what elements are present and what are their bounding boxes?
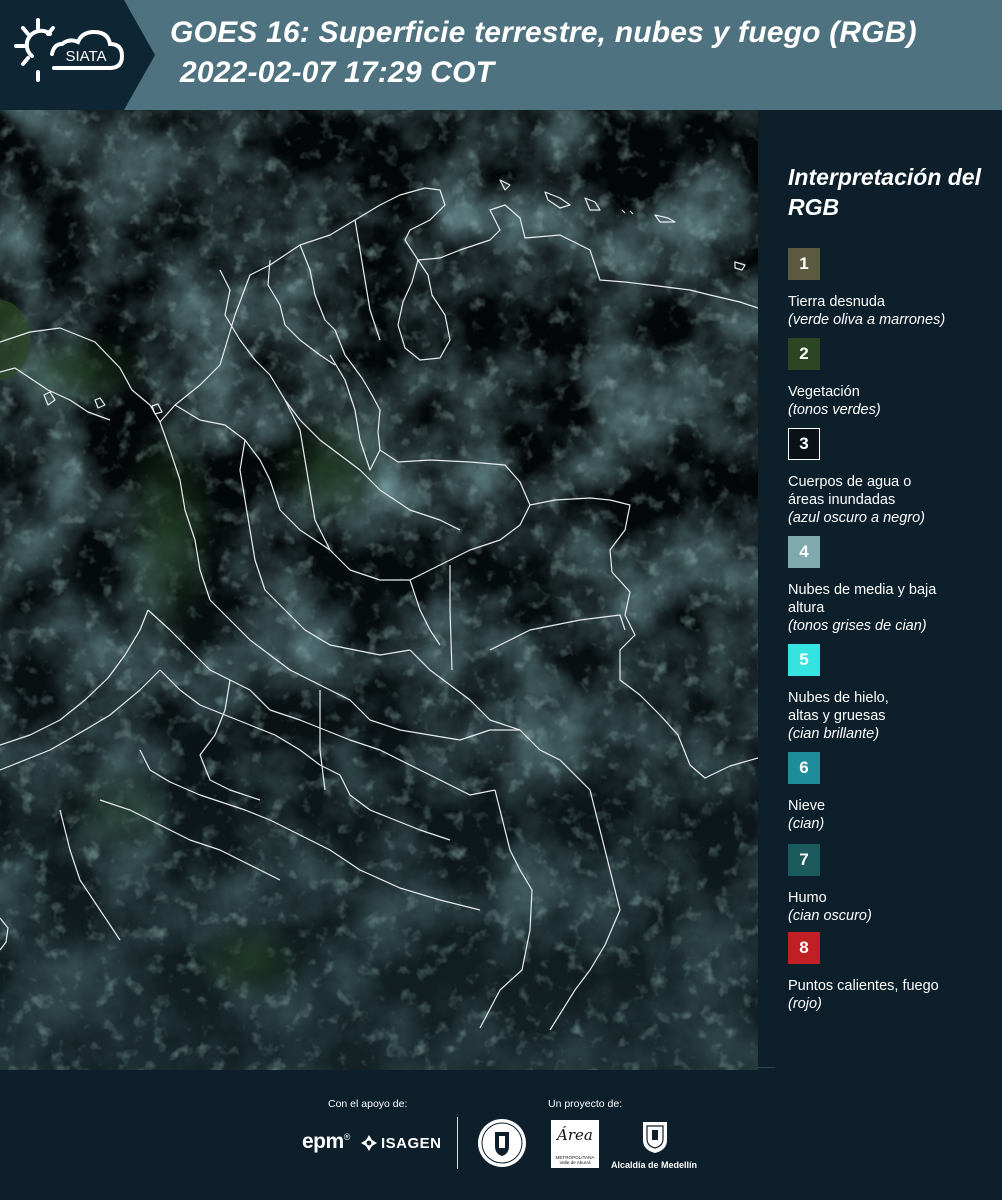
legend-swatch: 4 <box>788 536 820 568</box>
legend-label: Nubes de hielo, altas y gruesas <box>788 690 889 724</box>
sun-cloud-icon: SIATA <box>14 18 125 82</box>
legend-item-water: 3 Cuerpos de agua o áreas inundadas (azu… <box>788 428 998 527</box>
header: SIATA GOES 16: Superficie terrestre, nub… <box>0 0 1002 110</box>
university-seal-icon <box>478 1119 526 1167</box>
legend-note: (tonos verdes) <box>788 402 881 418</box>
legend-item-snow: 6 Nieve (cian) <box>788 752 998 833</box>
legend-panel: Interpretación del RGB 1 Tierra desnuda … <box>760 110 1002 1070</box>
legend-label: Nieve <box>788 798 826 814</box>
legend-label: Puntos calientes, fuego <box>788 978 939 994</box>
legend-note: (cian oscuro) <box>788 908 872 924</box>
legend-label: Nubes de media y baja altura <box>788 582 937 616</box>
isagen-icon <box>361 1135 377 1151</box>
logo-text: SIATA <box>65 48 106 65</box>
alcaldia-medellin-label: Alcaldía de Medellín <box>611 1160 698 1170</box>
legend-title: Interpretación del RGB <box>788 164 981 220</box>
legend-label: Cuerpos de agua o áreas inundadas <box>788 474 912 508</box>
siata-logo: SIATA <box>0 0 155 110</box>
legend-note: (tonos grises de cian) <box>788 618 927 634</box>
epm-logo: epm® <box>302 1130 350 1153</box>
legend-swatch: 3 <box>788 428 820 460</box>
page-title: GOES 16: Superficie terrestre, nubes y f… <box>170 16 917 49</box>
legend-note: (azul oscuro a negro) <box>788 510 926 526</box>
legend-item-smoke: 7 Humo (cian oscuro) <box>788 844 998 925</box>
legend-note: (rojo) <box>788 996 822 1012</box>
image-datetime: 2022-02-07 17:29 COT <box>180 56 495 89</box>
support-label: Con el apoyo de: <box>328 1098 408 1110</box>
project-label: Un proyecto de: <box>548 1098 623 1110</box>
legend-swatch: 8 <box>788 932 820 964</box>
legend-note: (verde oliva a marrones) <box>788 312 946 328</box>
legend-item-bare-soil: 1 Tierra desnuda (verde oliva a marrones… <box>788 248 998 329</box>
area-metropolitana-logo: Área METROPOLITANA Valle de Aburrá <box>551 1120 599 1168</box>
legend-label: Vegetación <box>788 384 860 400</box>
rgb-satellite-image <box>0 110 758 1070</box>
legend-note: (cian brillante) <box>788 726 880 742</box>
legend-label: Humo <box>788 890 827 906</box>
legend-swatch: 5 <box>788 644 820 676</box>
legend-swatch: 1 <box>788 248 820 280</box>
footer-divider <box>457 1117 458 1169</box>
legend-swatch: 7 <box>788 844 820 876</box>
satellite-map <box>0 110 758 1070</box>
legend-swatch: 6 <box>788 752 820 784</box>
legend-item-mid-low-clouds: 4 Nubes de media y baja altura (tonos gr… <box>788 536 998 635</box>
legend-note: (cian) <box>788 816 825 832</box>
legend-item-fire: 8 Puntos calientes, fuego (rojo) <box>788 932 998 1013</box>
legend-swatch: 2 <box>788 338 820 370</box>
footer-rule <box>758 1067 775 1068</box>
legend-item-vegetation: 2 Vegetación (tonos verdes) <box>788 338 998 419</box>
legend-label: Tierra desnuda <box>788 294 885 310</box>
medellin-shield-icon <box>643 1122 667 1153</box>
legend-item-ice-clouds: 5 Nubes de hielo, altas y gruesas (cian … <box>788 644 998 743</box>
footer: Con el apoyo de: Un proyecto de: epm® IS… <box>0 1067 1002 1200</box>
isagen-logo: ISAGEN <box>360 1134 442 1152</box>
